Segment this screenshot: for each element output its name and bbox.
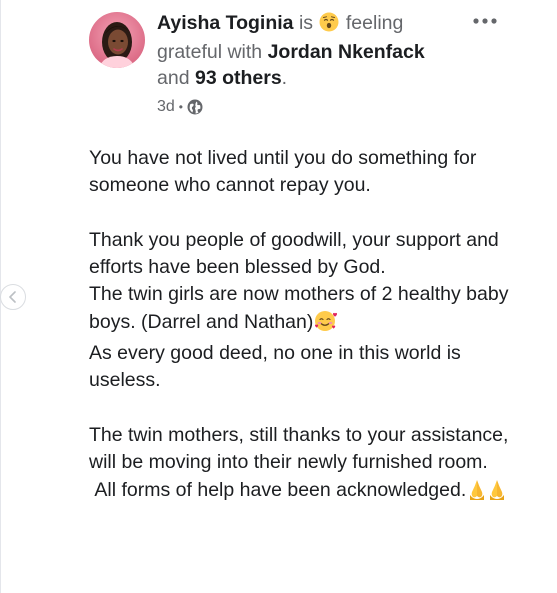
timestamp[interactable]: 3d [157, 98, 175, 116]
author-avatar[interactable] [89, 12, 145, 68]
others-link[interactable]: 93 others [195, 67, 282, 89]
folded-hands-emoji [467, 478, 507, 508]
relieved-face-emoji [319, 12, 339, 39]
body-paragraph-1: You have not lived until you do somethin… [89, 147, 482, 197]
chevron-left-icon [9, 291, 16, 303]
body-paragraph-2-line-1: Thank you people of goodwill, your suppo… [89, 228, 505, 279]
body-paragraph-2-line-2: The twin girls are now mothers of 2 heal… [89, 281, 529, 340]
author-name[interactable]: Ayisha Toginia [157, 12, 294, 34]
period-text: . [281, 67, 288, 89]
post-meta: 3d • [157, 96, 203, 118]
more-options-button[interactable] [469, 10, 501, 32]
body-paragraph-3-line-2: All forms of help have been acknowledged… [89, 477, 529, 508]
body-paragraph-2-line-3: As every good deed, no one in this world… [89, 342, 467, 392]
body-line-text: All forms of help have been acknowledged… [89, 478, 467, 501]
body-paragraph-3-line-1: The twin mothers, still thanks to your a… [89, 423, 514, 474]
body-line-text: The twin girls are now mothers of 2 heal… [89, 283, 514, 333]
separator-dot: • [178, 100, 183, 114]
more-dots-icon [473, 18, 497, 24]
post-header: Ayisha Toginia is feeling grateful with … [157, 10, 457, 91]
smiling-face-with-hearts-emoji [314, 310, 338, 340]
avatar-image [89, 12, 145, 68]
tagged-person-link[interactable]: Jordan Nkenfack [268, 41, 425, 63]
and-text: and [157, 67, 190, 89]
globe-icon[interactable] [187, 99, 203, 115]
previous-button[interactable] [0, 284, 26, 310]
post-body: You have not lived until you do somethin… [89, 145, 529, 508]
facebook-post-screen: Ayisha Toginia is feeling grateful with … [0, 0, 557, 593]
is-text: is [298, 12, 314, 34]
